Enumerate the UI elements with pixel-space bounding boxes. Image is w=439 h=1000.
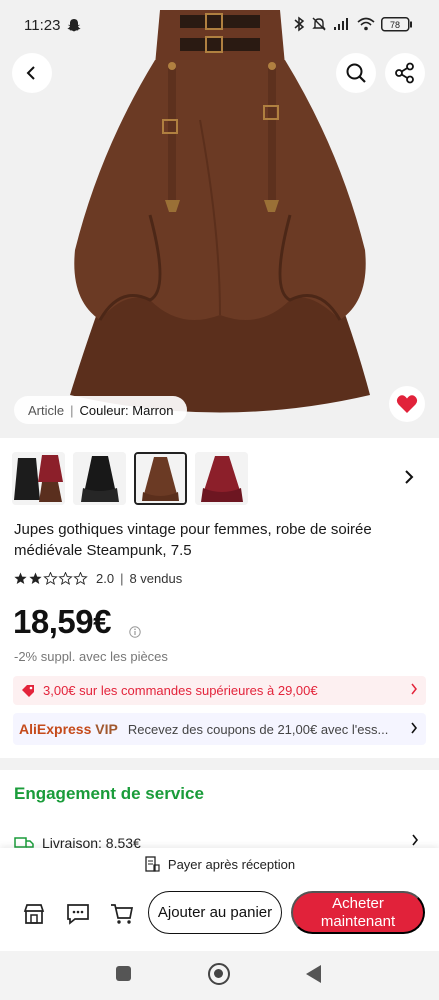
product-image-area[interactable]: 11:23 78 Article | Couleur: Marron (0, 0, 439, 438)
thumb-brown[interactable] (134, 452, 187, 505)
thumb-black-image (73, 452, 126, 505)
pill-separator: | (70, 402, 74, 418)
receipt-icon (145, 856, 160, 872)
chevron-left-icon (26, 66, 35, 80)
delivery-chevron-icon[interactable] (411, 834, 419, 846)
sold-count: 8 vendus (129, 571, 183, 586)
pay-after-text: Payer après réception (167, 856, 296, 872)
promo-banner[interactable]: 3,00€ sur les commandes supérieures à 29… (13, 676, 426, 705)
bottom-icons (22, 902, 134, 926)
price: 18,59€ (13, 603, 111, 640)
rating-value: 2.0 (96, 571, 115, 586)
thumb-black-red[interactable] (12, 452, 65, 505)
chevron-right-icon[interactable] (403, 470, 415, 484)
mute-icon (312, 17, 326, 31)
system-nav-bar (0, 951, 439, 1000)
battery-icon: 78 (381, 16, 412, 31)
home-button[interactable] (208, 963, 230, 985)
vip-brand: AliExpress VIP (19, 721, 118, 737)
search-button[interactable] (336, 53, 376, 93)
rating-row[interactable]: 2.0 | 8 vendus (14, 571, 182, 586)
recents-button[interactable] (116, 966, 131, 981)
article-label: Article (28, 402, 65, 418)
status-icons: 78 (293, 16, 413, 32)
status-bar: 11:23 78 (0, 0, 439, 50)
vip-chevron-icon (411, 722, 418, 734)
promo-chevron-icon (411, 683, 417, 695)
wishlist-button[interactable] (389, 386, 425, 422)
coins-discount: -2% suppl. avec les pièces (14, 649, 168, 664)
cart-icon[interactable] (110, 902, 134, 926)
add-to-cart-button[interactable]: Ajouter au panier (148, 891, 282, 934)
thumb-red[interactable] (195, 452, 248, 505)
back-button[interactable] (12, 53, 52, 93)
store-icon[interactable] (22, 902, 46, 926)
search-icon (346, 63, 366, 83)
star-rating (14, 572, 88, 585)
thumb-black[interactable] (73, 452, 126, 505)
status-time: 11:23 (24, 17, 61, 34)
product-title: Jupes gothiques vintage pour femmes, rob… (14, 521, 372, 559)
bluetooth-icon (294, 16, 305, 32)
vip-brand-tag: VIP (95, 721, 118, 737)
share-button[interactable] (385, 53, 425, 93)
info-icon[interactable] (129, 626, 141, 638)
service-title: Engagement de service (14, 784, 204, 803)
thumb-red-image (195, 452, 248, 505)
back-nav-button[interactable] (306, 965, 321, 983)
wifi-icon (357, 17, 375, 31)
heart-icon (396, 395, 418, 413)
battery-level: 78 (390, 20, 400, 30)
promo-text: 3,00€ sur les commandes supérieures à 29… (43, 683, 318, 698)
snapchat-icon (67, 19, 81, 32)
vip-text: Recevez des coupons de 21,00€ avec l'ess… (127, 721, 389, 737)
thumb-brown-image (136, 454, 185, 503)
bottom-action-bar: Payer après réception Ajouter au panier … (0, 848, 439, 951)
rating-separator: | (120, 571, 124, 586)
vip-brand-name: AliExpress (19, 721, 92, 737)
vip-banner[interactable]: AliExpress VIP Recevez des coupons de 21… (13, 713, 426, 745)
section-divider (0, 758, 439, 770)
signal-icon (334, 18, 348, 30)
tag-icon (22, 684, 34, 697)
share-icon (395, 62, 414, 84)
buy-now-button[interactable]: Acheter maintenant (291, 891, 425, 934)
thumbnail-strip (12, 452, 248, 505)
chat-icon[interactable] (66, 902, 90, 926)
variant-pill[interactable]: Article | Couleur: Marron (14, 396, 188, 424)
stars-icon (14, 572, 88, 585)
color-label: Couleur: Marron (79, 402, 174, 418)
thumb-black-red-image (12, 452, 65, 505)
pay-after-delivery: Payer après réception (0, 856, 439, 872)
